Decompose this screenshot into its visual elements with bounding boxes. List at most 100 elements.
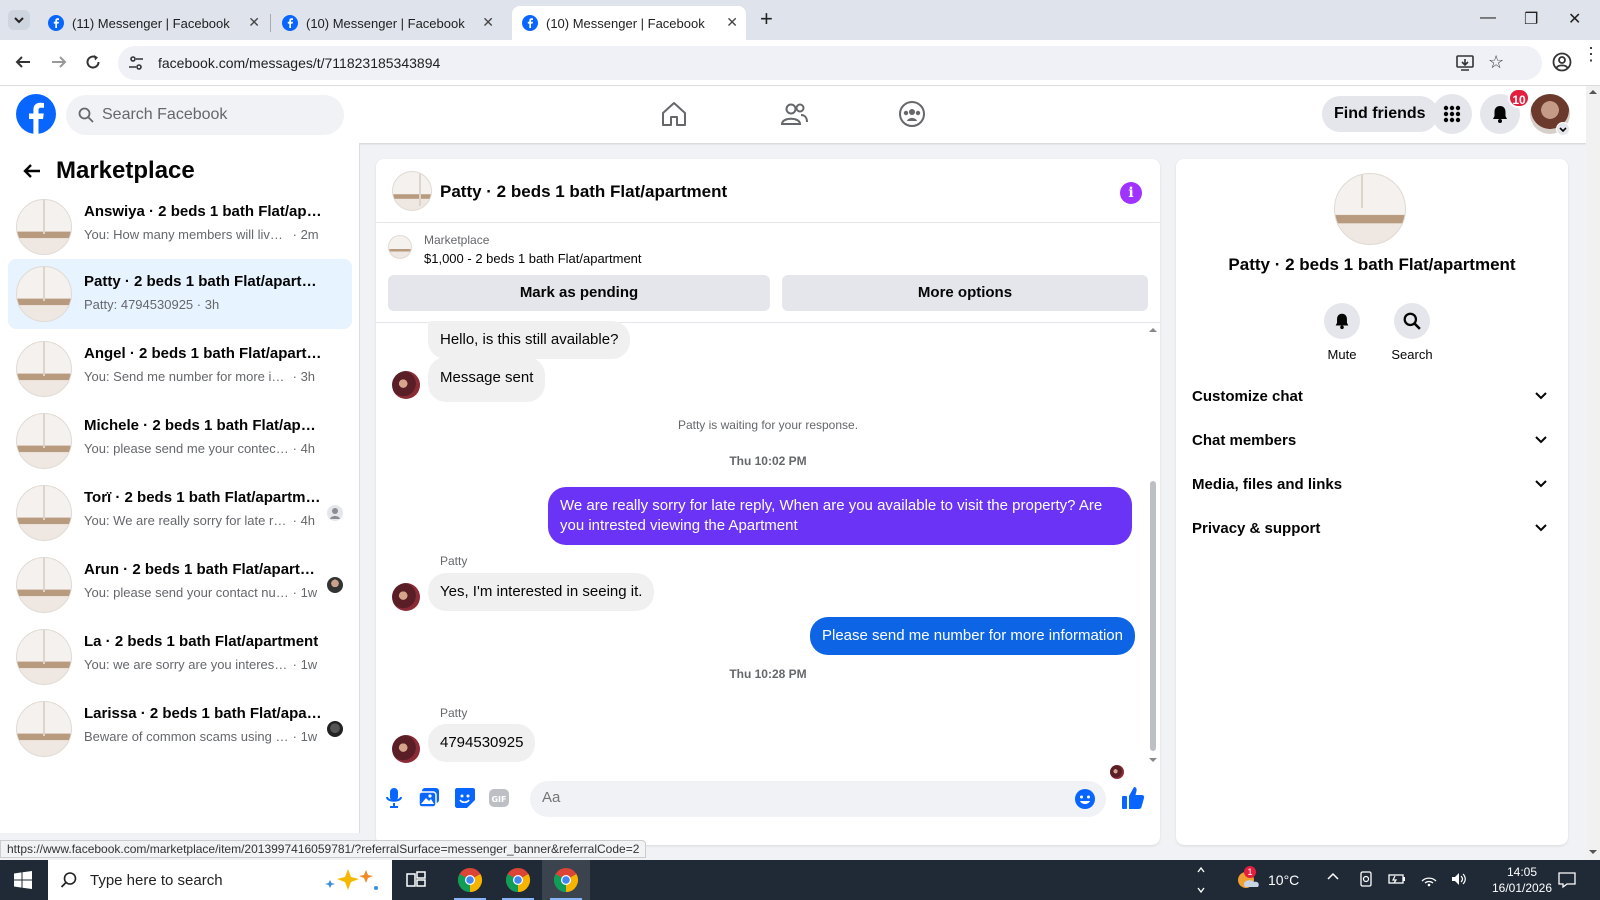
conversation-item-selected[interactable]: Patty · 2 beds 1 bath Flat/apartment Pat… xyxy=(8,259,352,329)
facebook-search-input[interactable]: Search Facebook xyxy=(66,95,344,135)
weather-icon[interactable]: 1 xyxy=(1236,866,1262,892)
message-outgoing[interactable]: Please send me number for more informati… xyxy=(810,617,1135,655)
message-outgoing[interactable]: We are really sorry for late reply, When… xyxy=(548,487,1132,545)
temperature-text[interactable]: 10°C xyxy=(1268,872,1299,888)
media-files-links-section[interactable]: Media, files and links xyxy=(1192,465,1552,505)
taskbar-search-box[interactable]: Type here to search xyxy=(48,860,392,900)
restore-window-icon[interactable]: ❐ xyxy=(1524,9,1538,29)
volume-icon[interactable] xyxy=(1450,871,1468,887)
chrome-taskbar-icon[interactable] xyxy=(446,860,494,900)
conversation-item[interactable]: Torï · 2 beds 1 bath Flat/apartme... You… xyxy=(8,481,352,545)
search-placeholder: Search Facebook xyxy=(102,106,228,123)
forward-arrow-icon[interactable] xyxy=(50,53,68,71)
more-options-button[interactable]: More options xyxy=(782,275,1148,311)
search-in-conversation-button[interactable]: Search xyxy=(1382,303,1442,362)
like-thumbs-up-icon[interactable] xyxy=(1120,785,1146,811)
scroll-up-icon[interactable] xyxy=(1148,325,1158,335)
listing-thumbnail xyxy=(16,485,72,541)
find-friends-button[interactable]: Find friends xyxy=(1322,96,1438,132)
close-tab-icon[interactable]: ✕ xyxy=(726,14,738,31)
mute-label: Mute xyxy=(1327,347,1357,362)
chrome-taskbar-icon-active[interactable] xyxy=(542,860,590,900)
reload-icon[interactable] xyxy=(84,53,102,71)
new-tab-icon[interactable]: + xyxy=(760,6,773,32)
clock-time: 14:05 xyxy=(1506,865,1538,879)
conversation-item[interactable]: La · 2 beds 1 bath Flat/apartment You: w… xyxy=(8,625,352,689)
account-chevron-icon[interactable] xyxy=(1556,122,1570,136)
taskbar-scroll-icon[interactable] xyxy=(1196,864,1206,896)
message-incoming[interactable]: Message sent xyxy=(428,357,546,402)
menu-grid-icon[interactable] xyxy=(1432,94,1472,134)
conversation-item[interactable]: Larissa · 2 beds 1 bath Flat/apart... Be… xyxy=(8,697,352,761)
back-arrow-icon[interactable] xyxy=(22,161,42,181)
conversation-preview: You: How many members will live in t... … xyxy=(84,227,319,242)
conversation-item[interactable]: Angel · 2 beds 1 bath Flat/apartme... Yo… xyxy=(8,337,352,401)
page-scroll-down-icon[interactable] xyxy=(1586,846,1600,858)
mark-as-pending-button[interactable]: Mark as pending xyxy=(388,275,770,311)
message-input[interactable] xyxy=(542,789,1062,806)
home-icon[interactable] xyxy=(660,100,688,128)
page-scroll-up-icon[interactable] xyxy=(1586,86,1600,98)
scrollbar-thumb[interactable] xyxy=(1150,481,1156,751)
message-incoming[interactable]: 4794530925 xyxy=(428,724,536,762)
chat-title[interactable]: Patty · 2 beds 1 bath Flat/apartment xyxy=(440,182,727,202)
meet-now-icon[interactable] xyxy=(1358,871,1374,887)
show-hidden-icons-icon[interactable] xyxy=(1326,870,1340,884)
close-tab-icon[interactable]: ✕ xyxy=(248,14,260,31)
marketplace-item-thumbnail[interactable] xyxy=(388,235,412,259)
browser-tab-2[interactable]: (10) Messenger | Facebook ✕ xyxy=(272,6,502,40)
message-input-box[interactable] xyxy=(530,781,1106,817)
conversation-preview: You: please send me your contect nu... ·… xyxy=(84,441,316,456)
listing-price-title[interactable]: $1,000 - 2 beds 1 bath Flat/apartment xyxy=(424,251,642,266)
chat-listing-thumbnail[interactable] xyxy=(392,171,432,211)
photo-icon[interactable] xyxy=(418,787,440,809)
gif-icon[interactable]: GIF xyxy=(488,787,510,809)
customize-chat-section[interactable]: Customize chat xyxy=(1192,377,1552,417)
conversation-item[interactable]: Arun · 2 beds 1 bath Flat/apartm... You:… xyxy=(8,553,352,617)
facebook-favicon-icon xyxy=(282,15,298,31)
task-view-icon[interactable] xyxy=(392,860,440,900)
microphone-icon[interactable] xyxy=(384,787,404,809)
clock[interactable]: 14:05 16/01/2026 xyxy=(1490,864,1554,896)
details-title[interactable]: Patty · 2 beds 1 bath Flat/apartment xyxy=(1176,255,1568,275)
chat-members-section[interactable]: Chat members xyxy=(1192,421,1552,461)
notification-center-icon[interactable] xyxy=(1558,871,1576,889)
sender-avatar[interactable] xyxy=(392,371,420,399)
emoji-icon[interactable] xyxy=(1074,788,1096,810)
conversation-info-icon[interactable]: i xyxy=(1120,182,1142,204)
windows-start-icon[interactable] xyxy=(14,871,32,889)
profile-icon[interactable] xyxy=(1552,52,1572,72)
sticker-icon[interactable] xyxy=(454,787,476,809)
sender-avatar[interactable] xyxy=(392,583,420,611)
chrome-taskbar-icon[interactable] xyxy=(494,860,542,900)
conversation-time: · 4h xyxy=(292,513,316,528)
close-window-icon[interactable]: ✕ xyxy=(1568,9,1581,29)
tab-search-dropdown-icon[interactable] xyxy=(8,10,30,30)
groups-icon[interactable] xyxy=(898,100,926,128)
browser-tab-3-active[interactable]: (10) Messenger | Facebook ✕ xyxy=(512,6,746,40)
browser-tab-1[interactable]: (11) Messenger | Facebook ✕ xyxy=(38,6,268,40)
conversation-time: · 1w xyxy=(292,585,318,600)
browser-menu-icon[interactable]: ⋮ xyxy=(1582,45,1600,63)
message-incoming[interactable]: Yes, I'm interested in seeing it. xyxy=(428,573,655,611)
conversation-item[interactable]: Answiya · 2 beds 1 bath Flat/apart... Yo… xyxy=(8,195,352,259)
sender-avatar[interactable] xyxy=(392,735,420,763)
battery-icon[interactable] xyxy=(1388,872,1406,886)
address-bar[interactable]: facebook.com/messages/t/711823185343894 … xyxy=(118,46,1542,80)
wifi-icon[interactable] xyxy=(1420,871,1438,887)
minimize-window-icon[interactable]: — xyxy=(1480,9,1496,27)
page-scrollbar[interactable] xyxy=(1586,86,1600,860)
conversation-item[interactable]: Michele · 2 beds 1 bath Flat/apart... Yo… xyxy=(8,409,352,473)
install-app-icon[interactable] xyxy=(1456,54,1474,72)
back-arrow-icon[interactable] xyxy=(14,53,32,71)
facebook-logo-icon[interactable] xyxy=(16,94,56,134)
details-listing-thumbnail[interactable] xyxy=(1334,173,1406,245)
message-incoming[interactable]: Hello, is this still available? xyxy=(428,321,631,359)
privacy-support-section[interactable]: Privacy & support xyxy=(1192,509,1552,549)
mute-button[interactable]: Mute xyxy=(1312,303,1372,362)
close-tab-icon[interactable]: ✕ xyxy=(482,14,494,31)
bookmark-star-icon[interactable]: ☆ xyxy=(1488,52,1504,73)
site-info-icon[interactable] xyxy=(128,55,144,71)
scroll-down-icon[interactable] xyxy=(1148,755,1158,765)
friends-icon[interactable] xyxy=(780,100,808,128)
